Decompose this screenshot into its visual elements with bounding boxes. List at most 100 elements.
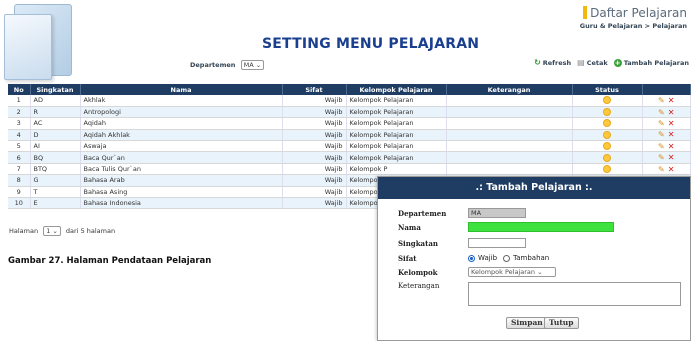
edit-icon[interactable]: ✎ xyxy=(658,130,665,139)
status-indicator-icon[interactable] xyxy=(603,108,611,117)
edit-icon[interactable]: ✎ xyxy=(658,153,665,162)
row-sifat: Wajib xyxy=(282,186,347,199)
refresh-button[interactable]: ↻ Refresh xyxy=(534,58,571,67)
row-status[interactable] xyxy=(572,140,643,153)
status-indicator-icon[interactable] xyxy=(603,119,611,128)
row-nama: Antropologi xyxy=(80,106,283,119)
delete-icon[interactable]: ✕ xyxy=(668,96,675,105)
col-singkatan: Singkatan xyxy=(30,84,81,95)
row-sifat: Wajib xyxy=(282,140,347,153)
add-subject-dialog: .: Tambah Pelajaran :. Departemen MA Nam… xyxy=(377,176,691,341)
delete-icon[interactable]: ✕ xyxy=(668,153,675,162)
edit-icon[interactable]: ✎ xyxy=(658,165,665,174)
departemen-label: Departemen xyxy=(398,209,447,218)
page-title: SETTING MENU PELAJARAN xyxy=(262,36,480,52)
figure-caption: Gambar 27. Halaman Pendataan Pelajaran xyxy=(8,256,212,266)
pager: Halaman 1 ⌄ dari 5 halaman xyxy=(9,226,116,236)
status-indicator-icon[interactable] xyxy=(603,153,611,162)
row-nama: Bahasa Asing xyxy=(80,186,283,199)
row-keterangan xyxy=(446,106,573,119)
row-sifat: Wajib xyxy=(282,174,347,187)
status-indicator-icon[interactable] xyxy=(603,142,611,151)
row-keterangan xyxy=(446,163,573,176)
col-kelompok: Kelompok Pelajaran xyxy=(346,84,447,95)
row-keterangan xyxy=(446,117,573,130)
row-singkatan: BTQ xyxy=(30,163,81,176)
table-row[interactable]: 2 R Antropologi Wajib Kelompok Pelajaran ✎ ✕ xyxy=(8,106,691,119)
row-nama: Baca Qur`an xyxy=(80,151,283,164)
edit-icon[interactable]: ✎ xyxy=(658,142,665,151)
delete-icon[interactable]: ✕ xyxy=(668,119,675,128)
row-nama: Akhlak xyxy=(80,95,283,107)
row-status[interactable] xyxy=(572,117,643,130)
row-no: 7 xyxy=(8,163,31,176)
row-actions: ✎✕ xyxy=(642,140,691,153)
edit-icon[interactable]: ✎ xyxy=(658,119,665,128)
row-no: 4 xyxy=(8,129,31,142)
keterangan-textarea[interactable] xyxy=(468,282,681,306)
print-icon: ▤ xyxy=(577,58,585,67)
close-button[interactable]: Tutup xyxy=(544,317,579,329)
row-nama: Aswaja xyxy=(80,140,283,153)
row-singkatan: E xyxy=(30,197,81,210)
col-no: No xyxy=(8,84,31,95)
table-row[interactable]: 1 AD Akhlak Wajib Kelompok Pelajaran ✎ ✕ xyxy=(8,95,691,107)
row-kelompok: Kelompok Pelajaran xyxy=(346,95,447,107)
row-status[interactable] xyxy=(572,95,643,107)
row-keterangan xyxy=(446,151,573,164)
row-kelompok: Kelompok Pelajaran xyxy=(346,106,447,119)
department-select[interactable]: MA ⌄ xyxy=(240,60,265,70)
row-no: 2 xyxy=(8,106,31,119)
row-kelompok: Kelompok Pelajaran xyxy=(346,151,447,164)
department-label: Departemen xyxy=(190,61,236,69)
row-nama: Bahasa Indonesia xyxy=(80,197,283,210)
kelompok-label: Kelompok xyxy=(398,268,438,277)
row-no: 6 xyxy=(8,151,31,164)
edit-icon[interactable]: ✎ xyxy=(658,96,665,105)
row-status[interactable] xyxy=(572,163,643,176)
department-filter: Departemen MA ⌄ xyxy=(190,60,265,70)
radio-tambahan[interactable] xyxy=(503,254,511,262)
print-button[interactable]: ▤ Cetak xyxy=(577,58,608,67)
kelompok-select[interactable]: Kelompok Pelajaran ⌄ xyxy=(468,267,556,277)
row-status[interactable] xyxy=(572,151,643,164)
row-singkatan: R xyxy=(30,106,81,119)
row-no: 5 xyxy=(8,140,31,153)
row-sifat: Wajib xyxy=(282,129,347,142)
row-no: 3 xyxy=(8,117,31,130)
col-nama: Nama xyxy=(80,84,283,95)
save-button[interactable]: Simpan xyxy=(506,317,548,329)
row-sifat: Wajib xyxy=(282,197,347,210)
page-select[interactable]: 1 ⌄ xyxy=(43,226,61,236)
singkatan-input[interactable] xyxy=(468,238,526,248)
row-no: 1 xyxy=(8,95,31,107)
table-row[interactable]: 5 AI Aswaja Wajib Kelompok Pelajaran ✎ ✕ xyxy=(8,140,691,153)
singkatan-label: Singkatan xyxy=(398,239,438,248)
folder-icon xyxy=(4,4,74,80)
delete-icon[interactable]: ✕ xyxy=(668,142,675,151)
row-actions: ✎✕ xyxy=(642,117,691,130)
delete-icon[interactable]: ✕ xyxy=(668,108,675,117)
row-singkatan: D xyxy=(30,129,81,142)
status-indicator-icon[interactable] xyxy=(603,96,611,105)
edit-icon[interactable]: ✎ xyxy=(658,108,665,117)
row-kelompok: Kelompok Pelajaran xyxy=(346,117,447,130)
row-sifat: Wajib xyxy=(282,151,347,164)
nama-input[interactable] xyxy=(468,222,614,232)
delete-icon[interactable]: ✕ xyxy=(668,165,675,174)
row-status[interactable] xyxy=(572,106,643,119)
status-indicator-icon[interactable] xyxy=(603,130,611,139)
row-kelompok: Kelompok Pelajaran xyxy=(346,140,447,153)
status-indicator-icon[interactable] xyxy=(603,165,611,174)
delete-icon[interactable]: ✕ xyxy=(668,130,675,139)
table-row[interactable]: 3 AC Aqidah Wajib Kelompok Pelajaran ✎ ✕ xyxy=(8,117,691,130)
add-subject-button[interactable]: + Tambah Pelajaran xyxy=(613,58,689,67)
row-actions: ✎✕ xyxy=(642,163,691,176)
table-row[interactable]: 7 BTQ Baca Tulis Qur`an Wajib Kelompok P ✎ ✕ xyxy=(8,163,691,176)
table-row[interactable]: 4 D Aqidah Akhlak Wajib Kelompok Pelajaran ✎ ✕ xyxy=(8,129,691,142)
row-singkatan: T xyxy=(30,186,81,199)
row-status[interactable] xyxy=(572,129,643,142)
radio-wajib[interactable] xyxy=(468,254,475,262)
row-sifat: Wajib xyxy=(282,106,347,119)
table-row[interactable]: 6 BQ Baca Qur`an Wajib Kelompok Pelajaran ✎ ✕ xyxy=(8,151,691,164)
